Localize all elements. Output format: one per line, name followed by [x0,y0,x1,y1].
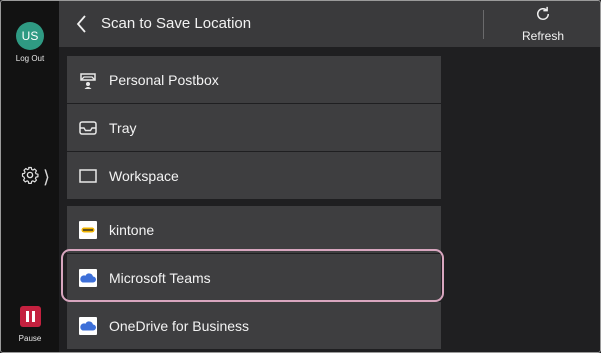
kintone-icon [78,220,98,240]
left-rail: US Log Out ⟩ Pause [1,1,59,352]
location-personal-postbox[interactable]: Personal Postbox [67,56,441,103]
refresh-button[interactable]: Refresh [515,5,571,45]
location-label: Personal Postbox [109,71,219,88]
gear-icon [21,166,39,189]
tray-icon [78,118,98,138]
user-avatar[interactable]: US [16,22,44,50]
location-label: kintone [109,221,155,238]
page-title: Scan to Save Location [101,15,252,32]
location-kintone[interactable]: kintone [67,206,441,253]
settings-button[interactable]: ⟩ [21,164,57,190]
location-workspace[interactable]: Workspace [67,152,441,199]
device-screen: US Log Out ⟩ Pause Scan to Save Location [0,0,601,353]
refresh-icon [537,6,549,20]
refresh-label: Refresh [521,29,565,43]
location-label: OneDrive for Business [109,317,250,334]
chevron-right-icon: ⟩ [43,167,51,187]
header-bar: Scan to Save Location Refresh [59,1,600,47]
back-button[interactable] [73,13,91,35]
location-onedrive-for-business[interactable]: OneDrive for Business [67,302,441,349]
pause-button[interactable] [20,306,41,327]
cloud-icon [78,316,98,336]
header-divider [483,10,484,39]
logout-label[interactable]: Log Out [1,54,59,63]
location-tray[interactable]: Tray [67,104,441,151]
location-label: Workspace [109,167,179,184]
location-label: Tray [109,119,137,136]
chevron-left-icon [76,15,86,33]
workspace-icon [78,166,98,186]
postbox-icon [78,70,98,90]
selection-highlight [61,249,444,302]
pause-label: Pause [18,334,42,343]
